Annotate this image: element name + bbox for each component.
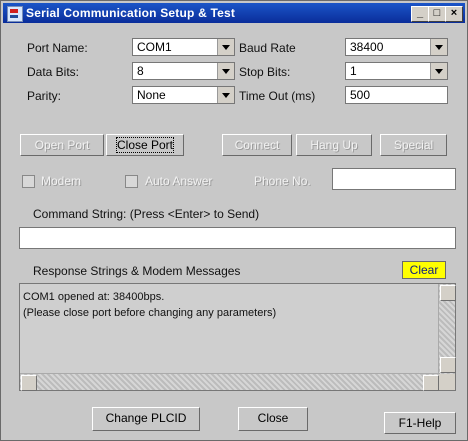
maximize-icon[interactable]: □ xyxy=(428,6,446,22)
port-name-combo[interactable]: COM1 xyxy=(132,38,235,56)
phone-label: Phone No. xyxy=(254,174,311,188)
minimize-icon[interactable]: _ xyxy=(411,6,429,22)
special-button[interactable]: Special xyxy=(380,134,447,156)
connect-button[interactable]: Connect xyxy=(222,134,292,156)
data-bits-label: Data Bits: xyxy=(27,65,80,79)
chevron-down-icon[interactable] xyxy=(217,39,234,55)
stop-bits-combo[interactable]: 1 xyxy=(345,62,448,80)
chevron-down-icon[interactable] xyxy=(430,63,447,79)
timeout-value: 500 xyxy=(350,88,371,102)
app-icon xyxy=(7,6,23,22)
close-button[interactable]: Close xyxy=(238,407,308,431)
scrollbar-corner xyxy=(439,374,455,390)
scroll-left-icon[interactable] xyxy=(21,375,37,391)
command-input[interactable] xyxy=(19,227,456,249)
hang-up-button[interactable]: Hang Up xyxy=(296,134,372,156)
parity-value: None xyxy=(137,88,166,102)
clear-button[interactable]: Clear xyxy=(402,261,446,279)
stop-bits-label: Stop Bits: xyxy=(239,65,291,79)
close-port-button[interactable]: Close Port xyxy=(106,134,184,156)
response-text: COM1 opened at: 38400bps. (Please close … xyxy=(23,291,277,319)
command-label: Command String: (Press <Enter> to Send) xyxy=(33,207,260,221)
baud-rate-combo[interactable]: 38400 xyxy=(345,38,448,56)
scroll-up-icon[interactable] xyxy=(440,285,456,301)
auto-answer-checkbox[interactable] xyxy=(125,175,138,188)
horizontal-scrollbar[interactable] xyxy=(20,373,440,391)
parity-combo[interactable]: None xyxy=(132,86,235,104)
parity-label: Parity: xyxy=(27,89,62,103)
scroll-right-icon[interactable] xyxy=(423,375,439,391)
response-label: Response Strings & Modem Messages xyxy=(33,264,241,278)
open-port-button[interactable]: Open Port xyxy=(20,134,104,156)
baud-rate-value: 38400 xyxy=(350,40,384,54)
timeout-label: Time Out (ms) xyxy=(239,89,316,103)
response-textarea[interactable]: COM1 opened at: 38400bps. (Please close … xyxy=(19,283,456,391)
data-bits-value: 8 xyxy=(137,64,144,78)
serial-setup-window: Serial Communication Setup & Test _ □ × … xyxy=(0,0,468,441)
modem-checkbox[interactable] xyxy=(22,175,35,188)
baud-rate-label: Baud Rate xyxy=(239,41,296,55)
stop-bits-value: 1 xyxy=(350,64,357,78)
modem-label: Modem xyxy=(41,174,82,188)
port-name-label: Port Name: xyxy=(27,41,88,55)
window-title: Serial Communication Setup & Test xyxy=(26,6,236,20)
change-plcid-button[interactable]: Change PLCID xyxy=(92,407,200,431)
phone-input[interactable] xyxy=(332,168,456,190)
close-port-label: Close Port xyxy=(115,137,175,153)
timeout-input[interactable]: 500 xyxy=(345,86,448,104)
help-button[interactable]: F1-Help xyxy=(384,412,456,434)
auto-answer-label: Auto Answer xyxy=(145,174,213,188)
chevron-down-icon[interactable] xyxy=(217,63,234,79)
port-name-value: COM1 xyxy=(137,40,172,54)
close-window-icon[interactable]: × xyxy=(445,6,463,22)
title-bar[interactable]: Serial Communication Setup & Test _ □ × xyxy=(3,3,465,23)
data-bits-combo[interactable]: 8 xyxy=(132,62,235,80)
chevron-down-icon[interactable] xyxy=(217,87,234,103)
vertical-scrollbar[interactable] xyxy=(438,284,456,374)
chevron-down-icon[interactable] xyxy=(430,39,447,55)
scroll-down-icon[interactable] xyxy=(440,357,456,373)
